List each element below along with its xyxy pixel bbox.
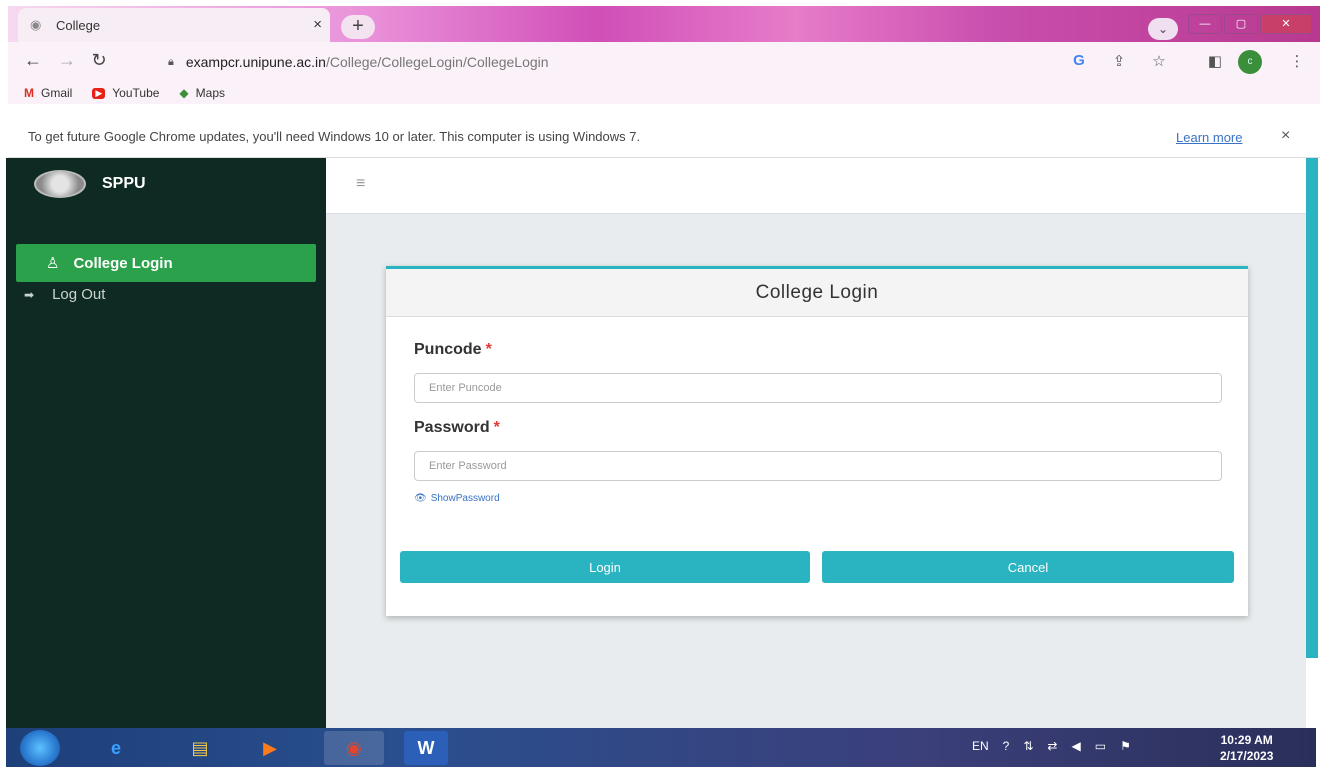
back-arrow-icon[interactable]: ←	[22, 50, 44, 71]
bookmark-star-icon[interactable]: ☆	[1148, 52, 1170, 70]
maximize-button[interactable]: ▢	[1224, 14, 1258, 34]
puncode-input[interactable]	[414, 373, 1222, 403]
tab-title: College	[56, 17, 101, 33]
user-icon: ♙	[46, 255, 60, 272]
system-tray: EN ? ⇅ ⇄ ◀ ▭ ⚑	[972, 739, 1145, 753]
sidebar-item-log-out[interactable]: ➡ Log Out	[24, 286, 105, 303]
browser-toolbar: ← → ↻ 🔒︎ exampcr.unipune.ac.in/College/C…	[8, 42, 1320, 82]
file-explorer-icon[interactable]: ▤	[170, 731, 230, 765]
browser-tab[interactable]: ◉ College ×	[18, 8, 330, 42]
network-icon[interactable]: ⇅	[1023, 739, 1033, 753]
puncode-label: Puncode *	[414, 341, 492, 359]
bookmark-label: Maps	[195, 86, 225, 100]
lock-icon: 🔒︎	[168, 55, 174, 68]
sidebar-item-label: Log Out	[52, 286, 106, 303]
share-icon[interactable]: ⇪	[1108, 52, 1130, 70]
password-label: Password *	[414, 419, 500, 437]
tab-close-icon[interactable]: ×	[313, 16, 322, 33]
minimize-button[interactable]: —	[1188, 14, 1222, 34]
reload-icon[interactable]: ↻	[88, 50, 110, 71]
language-indicator[interactable]: EN	[972, 739, 989, 753]
sidebar-item-label: College Login	[73, 254, 173, 272]
password-input[interactable]	[414, 451, 1222, 481]
profile-avatar[interactable]: c	[1238, 50, 1262, 74]
clock[interactable]: 10:29 AM 2/17/2023	[1220, 732, 1273, 764]
required-marker: *	[485, 341, 492, 358]
infobar-message: To get future Google Chrome updates, you…	[28, 129, 641, 144]
cancel-button[interactable]: Cancel	[822, 551, 1234, 583]
chrome-icon[interactable]: ◉	[324, 731, 384, 765]
internet-explorer-icon[interactable]: e	[86, 731, 146, 765]
start-button[interactable]	[20, 730, 60, 766]
show-password-toggle[interactable]: 👁︎ ShowPassword	[414, 493, 500, 504]
hamburger-menu-icon[interactable]: ≡	[356, 175, 365, 193]
learn-more-link[interactable]: Learn more	[1176, 130, 1242, 145]
side-panel-icon[interactable]: ◧	[1204, 52, 1226, 70]
bookmark-gmail[interactable]: M Gmail	[24, 86, 72, 100]
youtube-icon: ▶	[92, 87, 106, 99]
puncode-label-text: Puncode	[414, 341, 482, 358]
close-window-button[interactable]: ✕	[1260, 14, 1312, 34]
flag-icon[interactable]: ⚑	[1120, 739, 1131, 753]
display-icon[interactable]: ▭	[1095, 739, 1106, 753]
windows-taskbar: e ▤ ▶ ◉ W EN ? ⇅ ⇄ ◀ ▭ ⚑ 10:29 AM 2/17/2…	[6, 728, 1316, 767]
required-marker: *	[493, 419, 500, 436]
tab-search-chevron-icon[interactable]: ⌄	[1148, 18, 1178, 40]
sidebar-item-college-login[interactable]: ♙ College Login	[16, 244, 316, 282]
brand[interactable]: SPPU	[34, 170, 146, 198]
url-path: /College/CollegeLogin/CollegeLogin	[325, 54, 549, 70]
sidebar: SPPU ♙ College Login ➡ Log Out	[6, 158, 326, 728]
bookmark-youtube[interactable]: ▶ YouTube	[92, 86, 159, 100]
university-seal-logo	[34, 170, 86, 198]
clock-date: 2/17/2023	[1220, 749, 1274, 763]
forward-arrow-icon[interactable]: →	[56, 50, 78, 71]
screen: ◉ College × + ⌄ — ▢ ✕ ← → ↻ 🔒︎ exampcr.u…	[0, 0, 1328, 767]
gmail-icon: M	[24, 86, 34, 100]
new-tab-button[interactable]: +	[341, 15, 375, 39]
login-card: College Login Puncode* Password* 👁︎ Show…	[386, 266, 1248, 616]
show-password-label: ShowPassword	[430, 493, 500, 504]
volume-icon[interactable]: ◀	[1071, 739, 1080, 753]
help-icon[interactable]: ?	[1003, 739, 1010, 753]
more-menu-icon[interactable]: ⋮	[1286, 52, 1308, 70]
password-label-text: Password	[414, 419, 490, 436]
infobar-close-icon[interactable]: ×	[1281, 127, 1290, 145]
update-infobar: To get future Google Chrome updates, you…	[8, 118, 1320, 158]
brand-name: SPPU	[102, 175, 146, 192]
bookmarks-bar: M Gmail ▶ YouTube ◆ Maps	[8, 82, 1320, 104]
address-bar[interactable]: 🔒︎ exampcr.unipune.ac.in/College/College…	[154, 48, 1154, 76]
page-scrollbar[interactable]	[1306, 158, 1318, 658]
media-player-icon[interactable]: ▶	[240, 731, 300, 765]
google-lens-icon[interactable]: G	[1068, 52, 1090, 69]
bookmark-label: Gmail	[41, 86, 73, 100]
clock-time: 10:29 AM	[1220, 733, 1273, 747]
main-content: ≡ College Login Puncode* Password* 👁︎ Sh…	[326, 158, 1306, 728]
bookmark-label: YouTube	[112, 86, 160, 100]
eye-icon: 👁︎	[414, 493, 427, 504]
login-card-title: College Login	[386, 269, 1248, 317]
maps-icon: ◆	[179, 86, 189, 100]
logout-icon: ➡	[24, 287, 35, 302]
sync-icon[interactable]: ⇄	[1047, 739, 1057, 753]
top-navbar: ≡	[326, 158, 1306, 214]
url-host: exampcr.unipune.ac.in	[185, 54, 326, 70]
tab-strip: ◉ College × + ⌄ — ▢ ✕	[8, 6, 1320, 42]
site-favicon-icon: ◉	[30, 17, 42, 32]
word-icon[interactable]: W	[404, 731, 448, 765]
login-button[interactable]: Login	[400, 551, 810, 583]
bookmark-maps[interactable]: ◆ Maps	[179, 86, 225, 100]
